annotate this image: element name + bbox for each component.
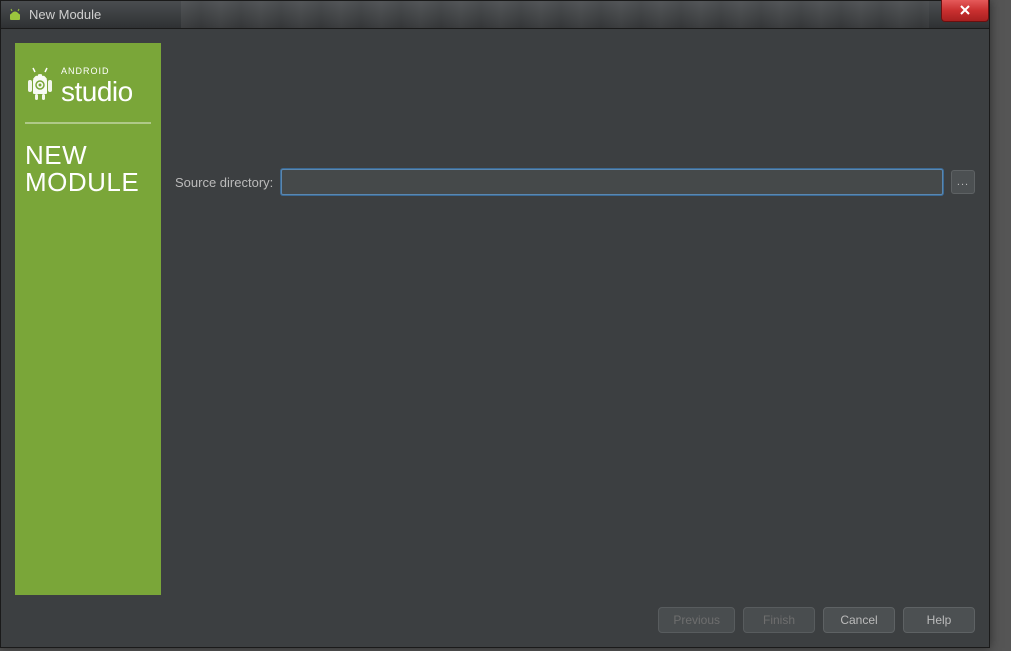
cancel-button[interactable]: Cancel	[823, 607, 895, 633]
new-module-dialog: New Module	[0, 0, 990, 648]
heading-line-1: NEW	[25, 142, 151, 169]
brand-text: ANDROID studio	[61, 67, 133, 106]
dialog-body: ANDROID studio NEW MODULE Source directo…	[1, 29, 989, 647]
titlebar-background	[181, 1, 929, 28]
android-studio-icon	[25, 67, 55, 106]
source-directory-input[interactable]	[281, 169, 943, 195]
heading-line-2: MODULE	[25, 169, 151, 196]
help-button[interactable]: Help	[903, 607, 975, 633]
main-panel: Source directory: ...	[175, 43, 975, 595]
source-directory-label: Source directory:	[175, 175, 273, 190]
browse-button[interactable]: ...	[951, 170, 975, 194]
previous-button[interactable]: Previous	[658, 607, 735, 633]
source-directory-row: Source directory: ...	[175, 169, 975, 195]
window-title: New Module	[29, 7, 101, 22]
wizard-step-title: NEW MODULE	[25, 142, 151, 197]
wizard-sidebar: ANDROID studio NEW MODULE	[15, 43, 161, 595]
finish-button[interactable]: Finish	[743, 607, 815, 633]
button-bar: Previous Finish Cancel Help	[15, 595, 975, 633]
sidebar-divider	[25, 122, 151, 124]
app-icon	[7, 7, 23, 23]
brand-small-label: ANDROID	[61, 67, 133, 76]
content-area: ANDROID studio NEW MODULE Source directo…	[15, 43, 975, 595]
ellipsis-icon: ...	[957, 176, 969, 188]
titlebar[interactable]: New Module	[1, 1, 989, 29]
close-button[interactable]	[941, 0, 989, 22]
brand-row: ANDROID studio	[25, 67, 151, 106]
close-icon	[959, 4, 971, 18]
brand-big-label: studio	[61, 78, 133, 106]
